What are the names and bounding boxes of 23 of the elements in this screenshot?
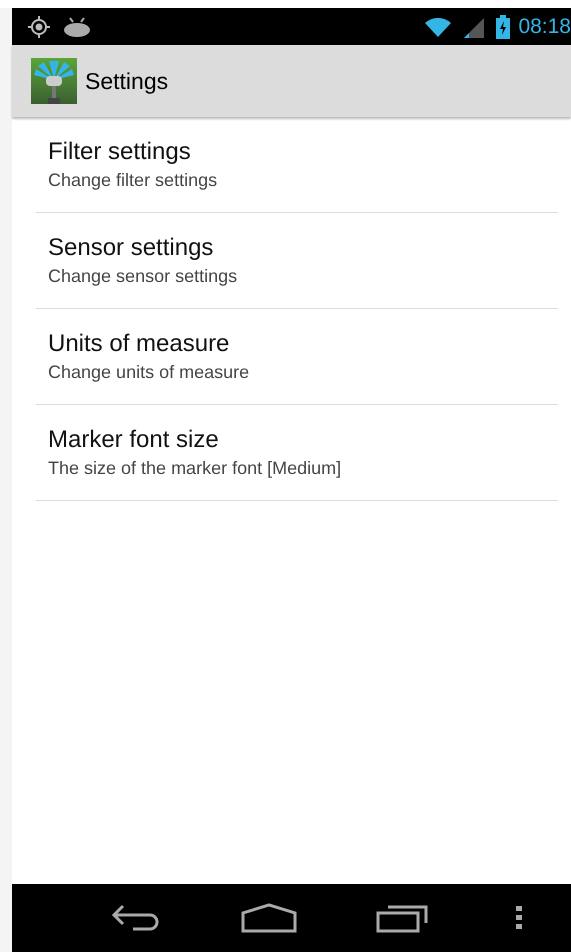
- preference-title: Units of measure: [48, 330, 230, 358]
- clock-time: 08:18: [518, 14, 571, 38]
- preference-item[interactable]: Units of measure Change units of measure: [36, 309, 558, 405]
- preference-summary: Change units of measure: [48, 362, 250, 383]
- wifi-icon: [424, 16, 452, 38]
- preference-summary: The size of the marker font [Medium]: [48, 458, 342, 479]
- recent-apps-icon[interactable]: [376, 903, 428, 933]
- battery-icon: [496, 14, 510, 38]
- preference-summary: Change sensor settings: [48, 266, 238, 287]
- preference-item[interactable]: Filter settings Change filter settings: [36, 117, 558, 213]
- home-icon[interactable]: [241, 903, 298, 933]
- preference-item[interactable]: Marker font size The size of the marker font [Medium]: [36, 405, 558, 501]
- overflow-menu-icon[interactable]: [516, 906, 522, 930]
- screen-title: Settings: [85, 68, 168, 94]
- preference-item[interactable]: Sensor settings Change sensor settings: [36, 213, 558, 309]
- preference-title: Filter settings: [48, 138, 192, 166]
- preference-title: Marker font size: [48, 426, 220, 454]
- location-icon: [27, 14, 51, 38]
- android-icon: [63, 16, 91, 38]
- app-icon: [31, 58, 77, 104]
- preference-summary: Change filter settings: [48, 170, 218, 191]
- preference-title: Sensor settings: [48, 234, 214, 262]
- signal-icon: [464, 16, 484, 38]
